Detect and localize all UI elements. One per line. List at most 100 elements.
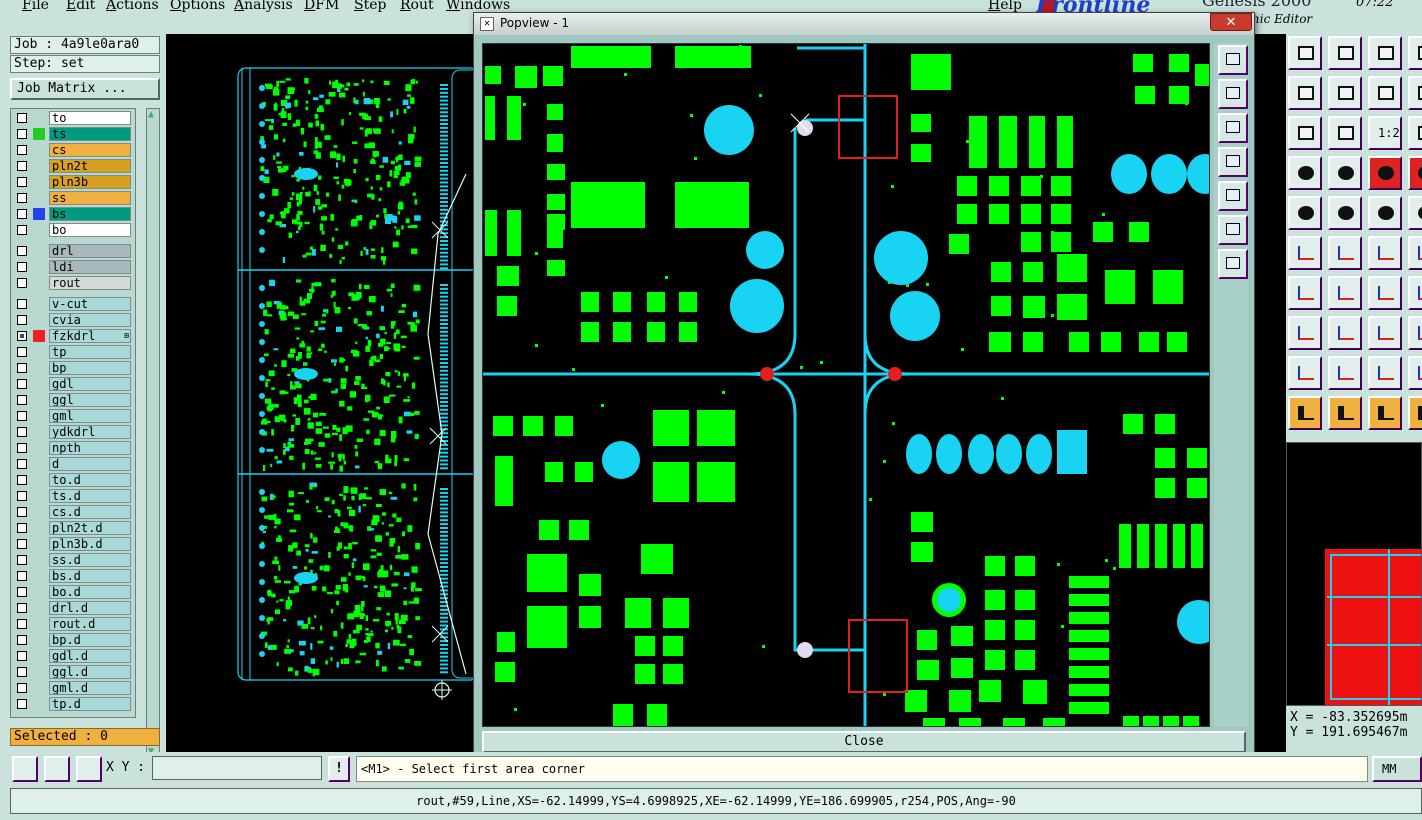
menu-actions[interactable]: Actions <box>106 0 159 13</box>
overview-map[interactable] <box>1286 442 1422 706</box>
layer-name[interactable]: cs <box>49 143 131 157</box>
layer-name[interactable]: pln3b <box>49 175 131 189</box>
layer-name[interactable]: to <box>49 111 131 125</box>
layer-name[interactable]: tp.d <box>49 697 131 711</box>
menu-analysis[interactable]: Analysis <box>234 0 293 13</box>
layer-checkbox[interactable] <box>17 587 27 597</box>
layer-row-gdl[interactable]: gdl <box>11 377 135 391</box>
layer-name[interactable]: ggl.d <box>49 665 131 679</box>
layer-checkbox[interactable] <box>17 299 27 309</box>
layer-checkbox[interactable] <box>17 427 27 437</box>
units-button[interactable]: MM <box>1372 756 1422 782</box>
zoom-out-icon[interactable] <box>1328 36 1362 70</box>
layer-checkbox[interactable] <box>17 225 27 235</box>
undo-view-icon[interactable] <box>1368 76 1402 110</box>
triangle2-icon[interactable] <box>1328 356 1362 390</box>
layer-checkbox[interactable] <box>17 667 27 677</box>
layer-checkbox[interactable] <box>17 193 27 203</box>
job-matrix-button[interactable]: Job Matrix ... <box>10 78 160 100</box>
measure-icon[interactable] <box>1288 156 1322 190</box>
layer-name[interactable]: ts.d <box>49 489 131 503</box>
layer-name[interactable]: ydkdrl <box>49 425 131 439</box>
layer-checkbox[interactable] <box>17 177 27 187</box>
center-icon[interactable] <box>1218 249 1248 279</box>
more-icon[interactable] <box>1408 396 1422 430</box>
layer-row-tp.d[interactable]: tp.d <box>11 697 135 711</box>
layer-checkbox[interactable] <box>17 113 27 123</box>
layer-name[interactable]: cvia <box>49 313 131 327</box>
measure-icon[interactable] <box>44 756 70 782</box>
layer-name[interactable]: bo.d <box>49 585 131 599</box>
layer-row-bp[interactable]: bp <box>11 361 135 375</box>
layer-name[interactable]: pln3b.d <box>49 537 131 551</box>
net-icon[interactable] <box>1368 156 1402 190</box>
layer-row-to[interactable]: to <box>11 111 135 125</box>
snap-icon[interactable] <box>12 756 38 782</box>
center-icon[interactable] <box>1328 116 1362 150</box>
zoom-in-icon[interactable] <box>1218 45 1248 75</box>
layer-name[interactable]: drl.d <box>49 601 131 615</box>
layer-name[interactable]: v-cut <box>49 297 131 311</box>
layer-row-ggl[interactable]: ggl <box>11 393 135 407</box>
more-icon[interactable] <box>1408 196 1422 230</box>
more-icon[interactable] <box>1408 116 1422 150</box>
layer-checkbox[interactable] <box>17 507 27 517</box>
layer-row-bs.d[interactable]: bs.d <box>11 569 135 583</box>
pan-left-icon[interactable] <box>1218 147 1248 177</box>
layer-checkbox[interactable] <box>17 395 27 405</box>
layer-row-pln3b.d[interactable]: pln3b.d <box>11 537 135 551</box>
layer-row-bo.d[interactable]: bo.d <box>11 585 135 599</box>
layer-name[interactable]: ggl <box>49 393 131 407</box>
layer-scrollbar[interactable]: ▲ ▼ <box>146 108 160 758</box>
select3-icon[interactable] <box>1368 396 1402 430</box>
layer-row-tp[interactable]: tp <box>11 345 135 359</box>
layer-row-cvia[interactable]: cvia <box>11 313 135 327</box>
fit-icon[interactable] <box>1288 116 1322 150</box>
layer-row-pln3b[interactable]: pln3b <box>11 175 135 189</box>
layer-row-bo[interactable]: bo <box>11 223 135 237</box>
menu-file[interactable]: File <box>22 0 49 13</box>
layer-row-ss.d[interactable]: ss.d <box>11 553 135 567</box>
more-icon[interactable] <box>1408 236 1422 270</box>
select-icon[interactable] <box>1288 396 1322 430</box>
edit-icon[interactable] <box>1328 196 1362 230</box>
layer-row-gml.d[interactable]: gml.d <box>11 681 135 695</box>
layer-row-gdl.d[interactable]: gdl.d <box>11 649 135 663</box>
pad-icon[interactable] <box>1288 196 1322 230</box>
layer-row-gml[interactable]: gml <box>11 409 135 423</box>
layer-name[interactable]: npth <box>49 441 131 455</box>
layer-checkbox[interactable] <box>17 161 27 171</box>
pan-right-icon[interactable] <box>1218 181 1248 211</box>
layer-name[interactable]: bo <box>49 223 131 237</box>
layer-checkbox[interactable] <box>17 683 27 693</box>
layer-name[interactable]: bp <box>49 361 131 375</box>
layer-row-ldi[interactable]: ldi <box>11 260 135 274</box>
close-icon[interactable]: ✕ <box>1210 13 1252 31</box>
layer-name[interactable]: pln2t <box>49 159 131 173</box>
layer-checkbox[interactable] <box>17 603 27 613</box>
layer-checkbox[interactable] <box>17 209 27 219</box>
square-icon[interactable] <box>1368 316 1402 350</box>
layer-name[interactable]: gml.d <box>49 681 131 695</box>
minus-icon[interactable] <box>1328 316 1362 350</box>
layer-row-cs[interactable]: cs <box>11 143 135 157</box>
line-icon[interactable] <box>1288 276 1322 310</box>
layer-checkbox[interactable] <box>17 246 27 256</box>
pan-left-icon[interactable] <box>1288 76 1322 110</box>
xy-input[interactable] <box>152 756 322 780</box>
close-button[interactable]: Close <box>482 731 1246 753</box>
layer-checkbox[interactable] <box>17 363 27 373</box>
more-icon[interactable] <box>1408 356 1422 390</box>
layer-checkbox[interactable] <box>17 635 27 645</box>
zoom-in-icon[interactable] <box>1288 36 1322 70</box>
fit-icon[interactable] <box>1218 215 1248 245</box>
layer-name[interactable]: tp <box>49 345 131 359</box>
layer-name[interactable]: fzkdrl ⊞ <box>49 329 131 343</box>
layer-row-ss[interactable]: ss <box>11 191 135 205</box>
rotate-icon[interactable] <box>1368 276 1402 310</box>
layer-checkbox[interactable] <box>17 347 27 357</box>
layer-checkbox[interactable] <box>17 129 27 139</box>
layer-name[interactable]: bp.d <box>49 633 131 647</box>
layer-row-npth[interactable]: npth <box>11 441 135 455</box>
layer-row-ts.d[interactable]: ts.d <box>11 489 135 503</box>
